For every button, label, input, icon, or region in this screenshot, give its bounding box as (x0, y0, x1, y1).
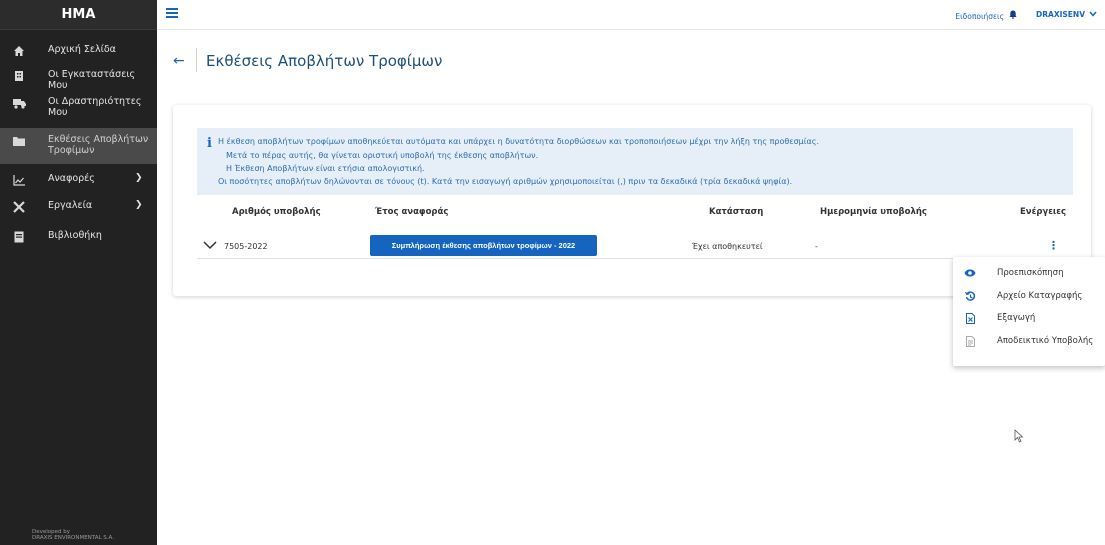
sidebar-item-label: Οι Δραστηριότητες Μου (48, 96, 142, 118)
info-text: Οι ποσότητες αποβλήτων δηλώνονται σε τόν… (218, 177, 793, 186)
chevron-down-icon: ❯ (135, 173, 143, 183)
row-divider (197, 258, 1073, 259)
column-header-status[interactable]: Κατάσταση (709, 207, 763, 217)
sidebar-item-label: Εκθέσεις Αποβλήτων Τροφίμων (48, 134, 149, 156)
mouse-cursor-icon (1014, 429, 1024, 446)
info-icon: i (207, 136, 212, 151)
back-arrow-icon[interactable]: ← (173, 53, 185, 69)
page-title: Εκθέσεις Αποβλήτων Τροφίμων (206, 52, 443, 70)
column-header-submission-number[interactable]: Αριθμός υποβολής (232, 207, 321, 217)
sidebar-item-label: Εργαλεία (48, 200, 93, 211)
sidebar-item-tools[interactable]: Εργαλεία ❯ (0, 200, 157, 220)
info-text: Η Έκθεση Αποβλήτων είναι ετήσια απολογισ… (226, 164, 425, 173)
sidebar-item-reports[interactable]: Αναφορές ❯ (0, 173, 157, 193)
topbar: Ειδοποιήσεις DRAXISENV (157, 0, 1105, 30)
more-actions-icon[interactable]: ⋮ (1048, 239, 1059, 252)
eye-icon (963, 269, 977, 277)
expand-row-chevron-icon[interactable] (203, 239, 217, 253)
export-file-icon (963, 312, 977, 324)
menu-item-log[interactable]: Αρχείο Καταγραφής (953, 286, 1105, 306)
column-header-actions: Ενέργειες (1020, 207, 1067, 217)
menu-item-label: Εξαγωγή (997, 313, 1036, 323)
sidebar-item-activities[interactable]: Οι Δραστηριότητες Μου (0, 96, 157, 126)
menu-item-export[interactable]: Εξαγωγή (953, 308, 1105, 328)
history-icon (963, 290, 977, 302)
menu-item-receipt[interactable]: Αποδεικτικό Υποβολής (953, 331, 1105, 351)
sidebar-item-food-waste-reports[interactable]: Εκθέσεις Αποβλήτων Τροφίμων (0, 128, 157, 164)
sidebar-item-label: Αναφορές (48, 173, 95, 184)
app-brand[interactable]: HMA (0, 0, 157, 30)
folder-icon (12, 134, 26, 148)
status-text: Έχει αποθηκευτεί (692, 242, 763, 251)
menu-item-label: Αποδεικτικό Υποβολής (997, 336, 1094, 346)
user-name: DRAXISENV (1036, 10, 1085, 19)
menu-item-preview[interactable]: Προεπισκόπηση (953, 263, 1105, 283)
sidebar-item-library[interactable]: Βιβλιοθήκη (0, 230, 157, 250)
tools-icon (12, 200, 26, 214)
chart-icon (12, 173, 26, 187)
chevron-down-icon (1089, 10, 1097, 19)
sidebar-item-label: Βιβλιοθήκη (48, 230, 102, 241)
submission-date: - (815, 242, 818, 251)
developed-by: Developed by DRAXIS ENVIRONMENTAL S.A. (32, 529, 114, 541)
chevron-down-icon: ❯ (135, 200, 143, 210)
bell-icon (1009, 10, 1017, 22)
info-text: Μετά το πέρας αυτής, θα γίνεται οριστική… (226, 151, 539, 160)
menu-toggle-icon[interactable] (166, 8, 178, 18)
notifications-link[interactable]: Ειδοποιήσεις (955, 10, 1017, 22)
book-icon (12, 230, 26, 244)
user-menu[interactable]: DRAXISENV (1036, 10, 1097, 19)
receipt-icon (963, 335, 977, 347)
sidebar-item-label: Αρχική Σελίδα (48, 44, 116, 55)
actions-menu: Προεπισκόπηση Αρχείο Καταγραφής Εξαγωγή … (953, 257, 1105, 366)
info-text: Η έκθεση αποβλήτων τροφίμων αποθηκεύεται… (218, 137, 819, 146)
column-header-year[interactable]: Έτος αναφοράς (375, 207, 448, 217)
sidebar-item-label: Οι Εγκαταστάσεις Μου (48, 69, 136, 91)
building-icon (12, 69, 26, 83)
submission-number: 7505-2022 (224, 242, 268, 251)
sidebar-item-facilities[interactable]: Οι Εγκαταστάσεις Μου (0, 69, 157, 91)
truck-icon (12, 96, 26, 110)
home-icon (12, 44, 26, 58)
menu-item-label: Προεπισκόπηση (997, 268, 1064, 278)
fill-report-button[interactable]: Συμπλήρωση έκθεσης αποβλήτων τροφίμων - … (370, 235, 597, 256)
column-header-date[interactable]: Ημερομηνία υποβολής (820, 207, 927, 217)
title-divider (196, 48, 197, 72)
sidebar: HMA Αρχική Σελίδα Οι Εγκαταστάσεις Μου Ο… (0, 0, 157, 545)
menu-item-label: Αρχείο Καταγραφής (997, 291, 1083, 301)
sidebar-item-home[interactable]: Αρχική Σελίδα (0, 44, 157, 64)
